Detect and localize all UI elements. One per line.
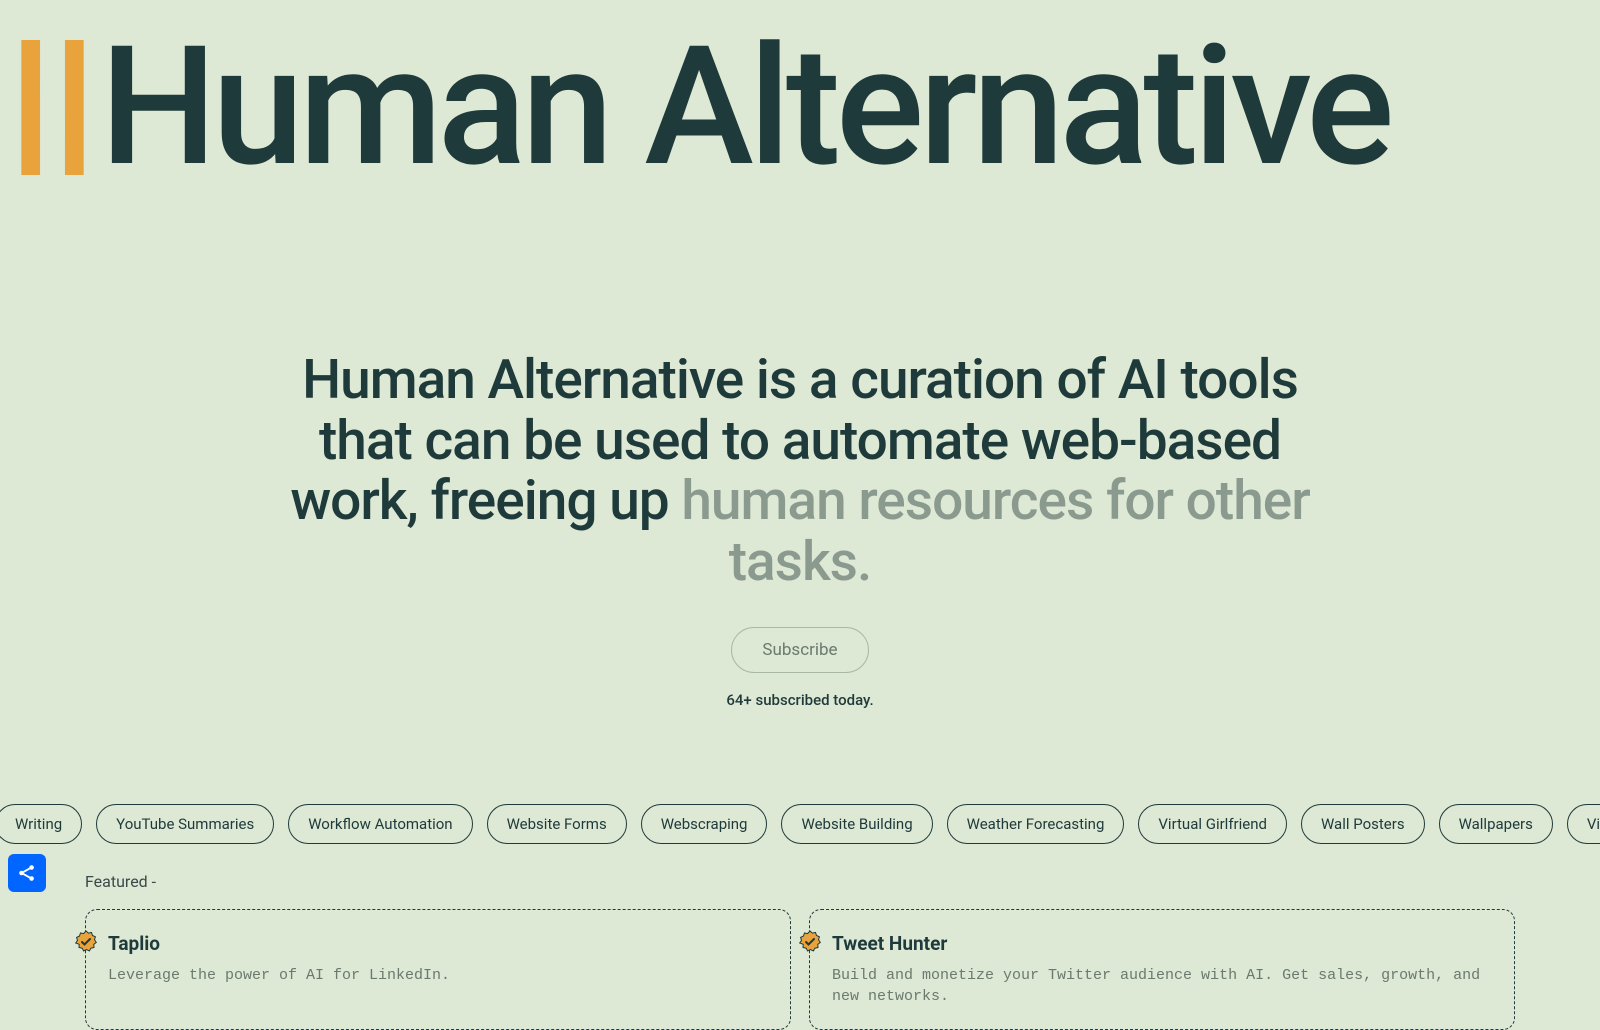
featured-card-tweet-hunter[interactable]: Tweet Hunter Build and monetize your Twi… — [809, 909, 1515, 1030]
tag-wallpapers[interactable]: Wallpapers — [1439, 804, 1553, 844]
tag-video-summaries[interactable]: Video Summaries — [1567, 804, 1600, 844]
tag-virtual-girlfriend[interactable]: Virtual Girlfriend — [1138, 804, 1287, 844]
tag-website-forms[interactable]: Website Forms — [487, 804, 627, 844]
tag-website-building[interactable]: Website Building — [781, 804, 932, 844]
subscribed-count-text: 64+ subscribed today. — [100, 691, 1500, 709]
tag-weather-forecasting[interactable]: Weather Forecasting — [947, 804, 1125, 844]
card-description: Build and monetize your Twitter audience… — [832, 965, 1492, 1007]
tag-youtube-summaries[interactable]: YouTube Summaries — [96, 804, 274, 844]
featured-label: Featured - — [85, 872, 1515, 891]
tagline-text-muted: human resources for other tasks. — [681, 469, 1309, 594]
brand-name: Human Alternative — [100, 25, 1389, 190]
featured-card-taplio[interactable]: Taplio Leverage the power of AI for Link… — [85, 909, 791, 1030]
brand-logo-icon — [20, 40, 85, 175]
card-title: Tweet Hunter — [832, 932, 1492, 955]
hero-section: Human Alternative is a curation of AI to… — [0, 220, 1600, 709]
tagline: Human Alternative is a curation of AI to… — [250, 350, 1350, 592]
share-button[interactable] — [8, 854, 46, 892]
share-icon — [16, 862, 38, 884]
featured-section: Featured - Taplio Leverage the power of … — [0, 844, 1600, 1030]
tag-writing[interactable]: Writing — [0, 804, 82, 844]
tag-workflow-automation[interactable]: Workflow Automation — [288, 804, 472, 844]
card-title: Taplio — [108, 932, 768, 955]
tag-wall-posters[interactable]: Wall Posters — [1301, 804, 1425, 844]
tags-row: Writing YouTube Summaries Workflow Autom… — [0, 709, 1600, 844]
verified-badge-icon — [798, 930, 822, 954]
featured-cards-row: Taplio Leverage the power of AI for Link… — [85, 909, 1515, 1030]
card-description: Leverage the power of AI for LinkedIn. — [108, 965, 768, 986]
header: Human Alternative — [0, 0, 1600, 220]
tag-webscraping[interactable]: Webscraping — [641, 804, 768, 844]
subscribe-button[interactable]: Subscribe — [731, 627, 868, 673]
verified-badge-icon — [74, 930, 98, 954]
